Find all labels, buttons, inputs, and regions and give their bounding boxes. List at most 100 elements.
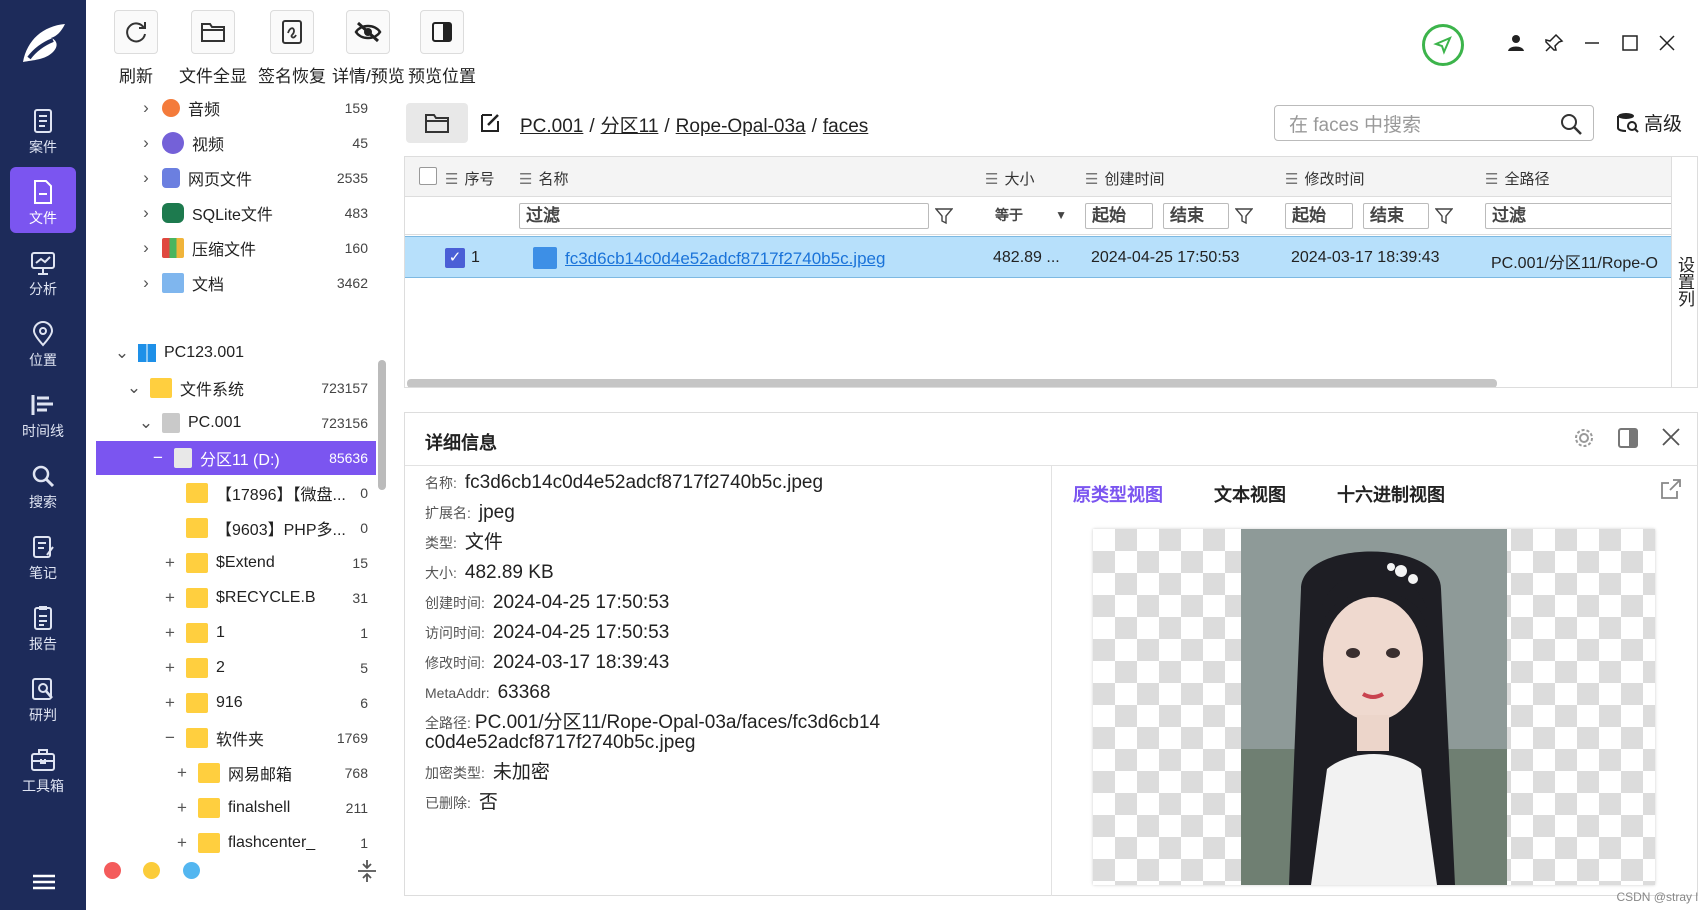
set-columns-button[interactable]: 设置列 (1672, 156, 1698, 388)
yellow-dot-icon[interactable] (143, 862, 161, 879)
nav-judge[interactable]: 研判 (10, 664, 76, 730)
path-filter-input[interactable]: 过滤 (1485, 203, 1671, 229)
nav-note[interactable]: 笔记 (10, 522, 76, 588)
tree-item-sqlite[interactable]: › SQLite文件 483 (96, 196, 376, 230)
created-start-input[interactable]: 起始 (1085, 203, 1153, 229)
tree-item-filesystem[interactable]: ⌄ 文件系统 723157 (96, 371, 376, 405)
tab-text-view[interactable]: 文本视图 (1214, 485, 1286, 505)
nav-location[interactable]: 位置 (10, 309, 76, 375)
tree-item-folder[interactable]: + $Extend 15 (96, 546, 376, 580)
breadcrumb-item[interactable]: Rope-Opal-03a (676, 116, 806, 137)
tree-item-folder[interactable]: + 916 6 (96, 686, 376, 720)
tree-item-pc001[interactable]: ⌄ PC.001 723156 (96, 406, 376, 440)
rocket-icon[interactable] (1422, 24, 1464, 66)
tree-item-archive[interactable]: › 压缩文件 160 (96, 231, 376, 265)
show-all-button[interactable]: 文件全显 (179, 10, 247, 87)
tree-item-folder[interactable]: + $RECYCLE.BIN 31 (96, 581, 376, 615)
breadcrumb-item[interactable]: PC.001 (520, 116, 583, 137)
browse-folder-button[interactable] (406, 103, 468, 143)
tree-item-folder[interactable]: + finalshell 211 (96, 791, 376, 825)
nav-file[interactable]: 文件 (10, 167, 76, 233)
chevron-right-icon[interactable]: › (138, 98, 154, 118)
tree-item-audio[interactable]: › 音频 159 (96, 96, 376, 125)
chevron-right-icon[interactable]: › (138, 133, 154, 153)
table-hscrollbar[interactable] (407, 379, 1497, 387)
maximize-icon[interactable] (1617, 30, 1643, 56)
chevron-down-icon[interactable]: ⌄ (114, 343, 130, 363)
chevron-right-icon[interactable]: › (138, 273, 154, 293)
nav-analysis[interactable]: 分析 (10, 238, 76, 304)
chevron-right-icon[interactable]: › (138, 168, 154, 188)
expand-icon[interactable]: + (174, 798, 190, 818)
close-icon[interactable] (1654, 30, 1680, 56)
edit-path-icon[interactable] (478, 111, 502, 140)
tab-hex-view[interactable]: 十六进制视图 (1337, 485, 1445, 505)
filter-icon[interactable] (1434, 207, 1454, 230)
breadcrumb-item[interactable]: 分区11 (601, 116, 659, 137)
preview-pos-button[interactable]: 预览位置 (408, 10, 476, 87)
tree-scrollbar[interactable] (378, 360, 386, 490)
open-external-icon[interactable] (1659, 477, 1683, 506)
expand-icon[interactable]: + (162, 658, 178, 678)
tree-item-folder[interactable]: 【17896】【微盘... 0 (96, 476, 376, 510)
chevron-right-icon[interactable]: › (138, 238, 154, 258)
tree-item-folder[interactable]: 【9603】PHP多... 0 (96, 511, 376, 545)
tab-native-view[interactable]: 原类型视图 (1073, 485, 1163, 505)
nav-search[interactable]: 搜索 (10, 451, 76, 517)
nav-case[interactable]: 案件 (10, 96, 76, 162)
row-checkbox[interactable]: ✓ (445, 248, 465, 268)
nav-report[interactable]: 报告 (10, 593, 76, 659)
filter-icon[interactable] (934, 207, 954, 230)
cell-name-link[interactable]: fc3d6cb14c0d4e52adcf8717f2740b5c.jpeg (565, 249, 885, 269)
col-size[interactable]: ☰ 大小 (985, 168, 1034, 189)
advanced-search-button[interactable]: 高级 (1616, 109, 1682, 136)
close-icon[interactable] (1661, 427, 1681, 447)
blue-dot-icon[interactable] (182, 862, 200, 879)
breadcrumb-item[interactable]: faces (823, 116, 868, 137)
expand-icon[interactable]: + (162, 588, 178, 608)
tree-item-folder[interactable]: + 网易邮箱 768 (96, 756, 376, 790)
gear-icon[interactable] (1573, 427, 1595, 449)
tree-item-web[interactable]: › 网页文件 2535 (96, 161, 376, 195)
menu-icon[interactable] (31, 872, 57, 892)
expand-icon[interactable]: + (174, 833, 190, 853)
tree-item-folder[interactable]: + flashcenter_pp... 1 (96, 826, 376, 856)
chevron-right-icon[interactable]: › (138, 203, 154, 223)
created-end-input[interactable]: 结束 (1163, 203, 1229, 229)
collapse-tree-icon[interactable] (356, 858, 378, 889)
red-dot-icon[interactable] (104, 862, 121, 879)
detail-preview-button[interactable]: 详情/预览 (332, 10, 405, 87)
col-created[interactable]: ☰ 创建时间 (1085, 168, 1164, 189)
col-modified[interactable]: ☰ 修改时间 (1285, 168, 1364, 189)
nav-toolbox[interactable]: 工具箱 (10, 735, 76, 801)
search-input[interactable]: 在 faces 中搜索 (1274, 105, 1594, 141)
expand-icon[interactable]: + (162, 553, 178, 573)
modified-start-input[interactable]: 起始 (1285, 203, 1353, 229)
collapse-icon[interactable]: − (162, 728, 178, 748)
user-icon[interactable] (1503, 30, 1529, 56)
sig-restore-button[interactable]: 签名恢复 (258, 10, 326, 87)
tree-item-pc123[interactable]: ⌄ PC123.001 (96, 336, 376, 370)
size-operator-select[interactable]: 等于 ▼ (989, 203, 1071, 229)
col-index[interactable]: ☰ 序号 (445, 168, 494, 189)
pin-icon[interactable] (1541, 30, 1567, 56)
col-fullpath[interactable]: ☰ 全路径 (1485, 168, 1549, 189)
select-all-checkbox[interactable] (419, 167, 437, 185)
tree-item-partition11[interactable]: − 分区11 (D:) 85636 (96, 441, 376, 475)
panel-right-icon[interactable] (1617, 427, 1639, 449)
tree-item-folder[interactable]: − 软件夹 1769 (96, 721, 376, 755)
refresh-button[interactable]: 刷新 (114, 10, 158, 87)
name-filter-input[interactable]: 过滤 (519, 203, 929, 229)
modified-end-input[interactable]: 结束 (1363, 203, 1429, 229)
minimize-icon[interactable] (1579, 30, 1605, 56)
nav-timeline[interactable]: 时间线 (10, 380, 76, 446)
expand-icon[interactable]: + (162, 623, 178, 643)
expand-icon[interactable]: + (174, 763, 190, 783)
collapse-icon[interactable]: − (150, 448, 166, 468)
search-icon[interactable] (1559, 112, 1583, 136)
col-name[interactable]: ☰ 名称 (519, 168, 568, 189)
chevron-down-icon[interactable]: ⌄ (138, 413, 154, 433)
expand-icon[interactable]: + (162, 693, 178, 713)
tree-item-docs[interactable]: › 文档 3462 (96, 266, 376, 300)
tree-item-folder[interactable]: + 2 5 (96, 651, 376, 685)
